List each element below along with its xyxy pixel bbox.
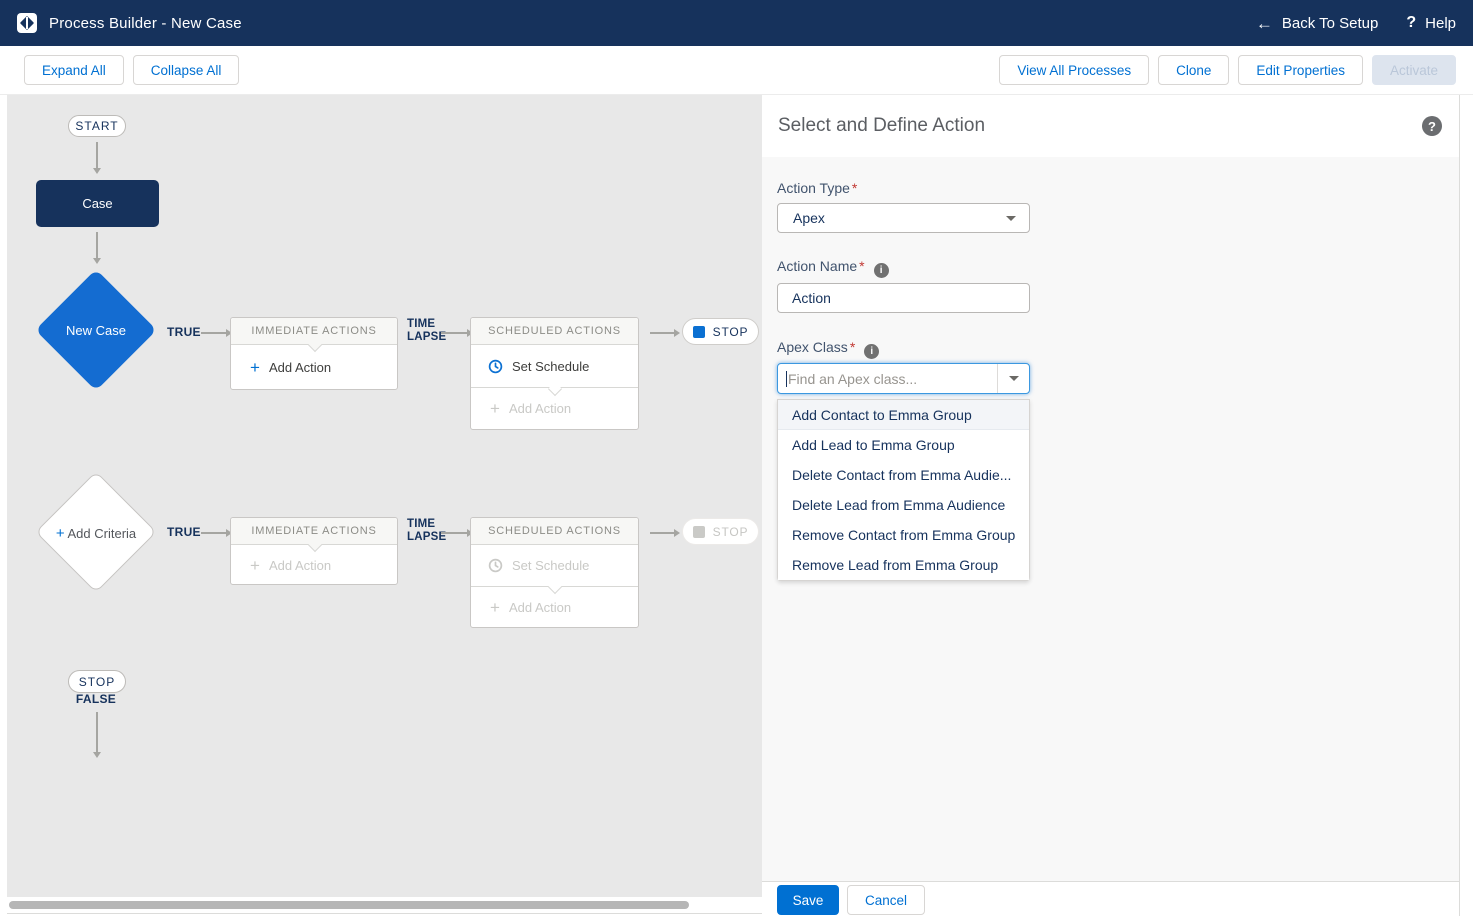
stop-node-1: STOP bbox=[682, 318, 759, 345]
save-button[interactable]: Save bbox=[777, 885, 839, 915]
dropdown-option[interactable]: Add Lead to Emma Group bbox=[778, 430, 1029, 460]
required-mark: * bbox=[852, 180, 857, 196]
help-label: Help bbox=[1425, 15, 1456, 32]
back-to-setup-link[interactable]: ← Back To Setup bbox=[1256, 15, 1378, 32]
arrow-false-2 bbox=[96, 712, 98, 752]
apex-class-label: Apex Class*i bbox=[777, 339, 879, 357]
scheduled-actions-box-2: SCHEDULED ACTIONS Set Schedule + Add Act… bbox=[470, 517, 639, 628]
immediate-actions-box-1: IMMEDIATE ACTIONS + Add Action bbox=[230, 317, 398, 390]
scheduled-actions-title-1: SCHEDULED ACTIONS bbox=[471, 318, 638, 345]
apex-class-combobox bbox=[777, 363, 1030, 394]
app-title: Process Builder - New Case bbox=[49, 15, 242, 32]
combobox-caret-button[interactable] bbox=[997, 364, 1029, 393]
info-icon[interactable]: i bbox=[874, 263, 889, 278]
start-node: START bbox=[68, 115, 126, 137]
add-criteria-node[interactable] bbox=[35, 471, 157, 593]
back-to-setup-label: Back To Setup bbox=[1282, 15, 1378, 32]
plus-icon: + bbox=[250, 359, 260, 376]
edit-properties-button[interactable]: Edit Properties bbox=[1238, 55, 1363, 85]
app-header: Process Builder - New Case ← Back To Set… bbox=[0, 0, 1473, 46]
scrollbar-thumb[interactable] bbox=[9, 901, 689, 909]
clone-button[interactable]: Clone bbox=[1158, 55, 1229, 85]
true-label-1: TRUE bbox=[167, 325, 201, 339]
action-panel: Select and Define Action ? Action Type* … bbox=[762, 95, 1460, 916]
arrow-time-lapse-1 bbox=[441, 332, 467, 334]
stop-square-icon bbox=[693, 526, 705, 538]
plus-icon: + bbox=[490, 599, 500, 616]
view-all-processes-button[interactable]: View All Processes bbox=[999, 55, 1149, 85]
arrow-true-1 bbox=[201, 332, 226, 334]
toolbar: Expand All Collapse All View All Process… bbox=[0, 46, 1473, 95]
dropdown-option[interactable]: Remove Contact from Emma Group bbox=[778, 520, 1029, 550]
activate-button[interactable]: Activate bbox=[1372, 55, 1456, 85]
apex-class-dropdown: Add Contact to Emma Group Add Lead to Em… bbox=[777, 399, 1030, 581]
chevron-down-icon bbox=[1006, 216, 1016, 221]
arrow-to-stop-2 bbox=[650, 532, 674, 534]
info-icon[interactable]: i bbox=[864, 344, 879, 359]
dropdown-option[interactable]: Remove Lead from Emma Group bbox=[778, 550, 1029, 580]
right-margin bbox=[1460, 95, 1473, 916]
required-mark: * bbox=[850, 339, 855, 355]
action-type-select[interactable]: Apex bbox=[777, 203, 1030, 233]
expand-all-button[interactable]: Expand All bbox=[24, 55, 124, 85]
left-margin bbox=[0, 95, 7, 916]
apex-class-search-input[interactable] bbox=[778, 364, 997, 393]
arrow-to-stop-1 bbox=[650, 332, 674, 334]
criteria-node-new-case[interactable] bbox=[35, 269, 157, 391]
process-builder-icon bbox=[17, 13, 37, 33]
arrow-true-2 bbox=[201, 532, 226, 534]
dropdown-option[interactable]: Delete Contact from Emma Audie... bbox=[778, 460, 1029, 490]
panel-title: Select and Define Action bbox=[778, 115, 985, 137]
plus-icon: + bbox=[490, 400, 500, 417]
collapse-all-button[interactable]: Collapse All bbox=[133, 55, 240, 85]
canvas-bottom-border bbox=[7, 913, 762, 914]
plus-icon: + bbox=[250, 557, 260, 574]
horizontal-scrollbar bbox=[7, 899, 762, 911]
panel-body: Action Type* Apex Action Name*i Apex Cla… bbox=[762, 157, 1459, 881]
clock-icon bbox=[488, 558, 503, 573]
arrow-trigger-to-decision1 bbox=[96, 232, 98, 258]
action-name-label: Action Name*i bbox=[777, 258, 889, 276]
trigger-node-case[interactable]: Case bbox=[36, 180, 159, 227]
action-name-input[interactable] bbox=[777, 283, 1030, 313]
back-arrow-icon: ← bbox=[1256, 15, 1273, 32]
dropdown-option[interactable]: Delete Lead from Emma Audience bbox=[778, 490, 1029, 520]
panel-help-icon[interactable]: ? bbox=[1422, 116, 1442, 136]
clock-icon bbox=[488, 359, 503, 374]
stop-node-2: STOP bbox=[682, 518, 759, 545]
false-label-2: FALSE bbox=[71, 692, 121, 706]
cancel-button[interactable]: Cancel bbox=[847, 885, 925, 915]
scheduled-actions-title-2: SCHEDULED ACTIONS bbox=[471, 518, 638, 545]
scheduled-actions-box-1: SCHEDULED ACTIONS Set Schedule + Add Act… bbox=[470, 317, 639, 430]
stop-node-end: STOP bbox=[68, 670, 126, 693]
required-mark: * bbox=[859, 258, 864, 274]
panel-footer: Save Cancel bbox=[762, 881, 1459, 916]
arrow-time-lapse-2 bbox=[441, 532, 467, 534]
time-lapse-label-2: TIME LAPSE bbox=[407, 518, 446, 544]
action-type-label: Action Type* bbox=[777, 180, 857, 196]
arrow-start-to-trigger bbox=[96, 142, 98, 168]
panel-header: Select and Define Action ? bbox=[762, 95, 1459, 157]
immediate-actions-box-2: IMMEDIATE ACTIONS + Add Action bbox=[230, 517, 398, 585]
help-link[interactable]: ? Help bbox=[1406, 14, 1456, 32]
help-icon: ? bbox=[1406, 14, 1416, 32]
process-canvas: START Case New Case TRUE IMMEDIATE ACTIO… bbox=[7, 95, 762, 897]
true-label-2: TRUE bbox=[167, 525, 201, 539]
stop-square-icon bbox=[693, 326, 705, 338]
time-lapse-label-1: TIME LAPSE bbox=[407, 318, 446, 344]
dropdown-option[interactable]: Add Contact to Emma Group bbox=[778, 400, 1029, 430]
